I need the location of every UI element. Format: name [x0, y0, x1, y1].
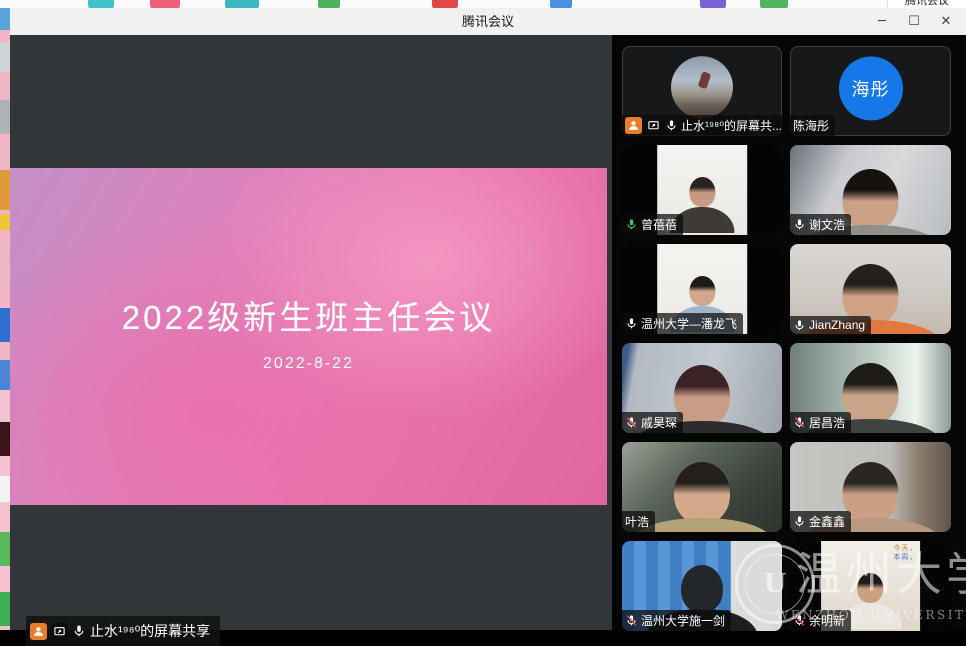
close-button[interactable]: ✕: [930, 8, 962, 35]
desktop-icon-fragment: [0, 592, 10, 626]
mic-icon: [793, 416, 806, 429]
desktop-icon-fragment: [0, 170, 10, 210]
avatar-figure: [697, 71, 711, 89]
host-badge-icon: [625, 117, 642, 134]
taskbar-icon-fragment: [150, 0, 180, 8]
participant-name: 叶浩: [625, 513, 649, 530]
participant-label: 谢文浩: [790, 214, 851, 235]
participant-label: 温州大学—潘龙飞: [622, 313, 743, 334]
mic-icon: [793, 319, 806, 332]
video-overlay-text: 今天，本周，: [893, 544, 917, 562]
participant-label: 止水¹⁹⁸⁰的屏幕共...: [622, 115, 782, 136]
participant-tile[interactable]: 戚昊琛: [622, 343, 782, 433]
participant-name: 金鑫鑫: [809, 513, 845, 530]
mic-icon: [665, 119, 678, 132]
participant-tile[interactable]: 居昌浩: [790, 343, 951, 433]
mic-icon: [625, 614, 638, 627]
minimize-button[interactable]: ─: [866, 8, 898, 35]
participant-tile[interactable]: JianZhang: [790, 244, 951, 334]
participant-name: 戚昊琛: [641, 414, 677, 431]
presenter-share-label: 止水¹⁹⁸⁰的屏幕共享: [90, 621, 210, 641]
participant-label: 温州大学施一剑: [622, 610, 731, 631]
desktop-icon-fragment: [0, 308, 10, 342]
slide-title: 2022级新生班主任会议: [122, 291, 495, 339]
window-controls: ─ ☐ ✕: [866, 8, 962, 35]
participant-tile[interactable]: 谢文浩: [790, 145, 951, 235]
participant-name: 居昌浩: [809, 414, 845, 431]
window-title: 腾讯会议: [10, 8, 966, 35]
avatar: [671, 56, 733, 118]
taskbar-icon-fragment: [318, 0, 340, 8]
titlebar: 腾讯会议 ─ ☐ ✕: [10, 8, 966, 36]
avatar: 海彤: [839, 56, 903, 120]
participant-sidebar: 止水¹⁹⁸⁰的屏幕共... 海彤 陈海彤: [612, 35, 966, 630]
taskbar-icon-fragment: [760, 0, 788, 8]
participant-label: 叶浩: [622, 511, 655, 532]
host-badge-icon: [30, 623, 47, 640]
participant-name: JianZhang: [809, 318, 865, 332]
participant-name: 谢文浩: [809, 216, 845, 233]
mic-icon: [793, 218, 806, 231]
desktop-icon-fragment: [0, 214, 10, 230]
participant-label: 戚昊琛: [622, 412, 683, 433]
presenter-share-bar: 止水¹⁹⁸⁰的屏幕共享: [26, 616, 220, 646]
screen-share-icon: [645, 117, 662, 134]
participant-tile[interactable]: 叶浩: [622, 442, 782, 532]
background-window-title: 腾讯会议: [887, 0, 966, 8]
participant-tile[interactable]: 今天，本周， 余明新: [790, 541, 951, 631]
screen-share-icon: [51, 623, 68, 640]
participant-name: 曾蓓蓓: [641, 216, 677, 233]
desktop-icon-fragment: [0, 532, 10, 566]
shared-screen-area[interactable]: 2022级新生班主任会议 2022-8-22: [10, 35, 612, 630]
participant-tile[interactable]: 温州大学—潘龙飞: [622, 244, 782, 334]
participant-tile[interactable]: 海彤 陈海彤: [790, 46, 951, 136]
mic-icon: [793, 515, 806, 528]
desktop-icon-fragment: [0, 422, 10, 456]
participant-label: 陈海彤: [790, 115, 835, 136]
participant-name: 温州大学施一剑: [641, 612, 725, 629]
taskbar-icon-fragment: [88, 0, 114, 8]
participant-name: 温州大学—潘龙飞: [641, 315, 737, 332]
taskbar-icon-fragment: [225, 0, 259, 8]
participant-tile[interactable]: 止水¹⁹⁸⁰的屏幕共...: [622, 46, 782, 136]
taskbar-icon-fragment: [432, 0, 458, 8]
mic-icon: [625, 416, 638, 429]
slide-date: 2022-8-22: [263, 355, 354, 373]
participant-label: 曾蓓蓓: [622, 214, 683, 235]
presentation-slide: 2022级新生班主任会议 2022-8-22: [10, 168, 607, 505]
background-panel: [731, 541, 782, 631]
desktop-icon-fragment: [0, 476, 10, 502]
mic-icon: [793, 614, 806, 627]
mic-icon: [625, 218, 638, 231]
participant-label: 居昌浩: [790, 412, 851, 433]
participant-label: 金鑫鑫: [790, 511, 851, 532]
desktop-icon-fragment: [0, 42, 10, 72]
background-window-title-text: 腾讯会议: [888, 0, 966, 8]
maximize-button[interactable]: ☐: [898, 8, 930, 35]
taskbar-icon-fragment: [700, 0, 726, 8]
participant-name: 止水¹⁹⁸⁰的屏幕共...: [681, 117, 782, 134]
mic-icon: [625, 317, 638, 330]
participant-label: JianZhang: [790, 316, 871, 334]
participant-tile[interactable]: 曾蓓蓓: [622, 145, 782, 235]
desktop-top-edge: [0, 0, 966, 8]
participant-tile[interactable]: 金鑫鑫: [790, 442, 951, 532]
mic-icon: [72, 624, 86, 638]
participant-tile[interactable]: 温州大学施一剑: [622, 541, 782, 631]
desktop-left-edge: [0, 8, 10, 630]
taskbar-icon-fragment: [550, 0, 572, 8]
participant-name: 陈海彤: [793, 117, 829, 134]
desktop-icon-fragment: [0, 360, 10, 390]
participant-label: 余明新: [790, 610, 851, 631]
desktop-icon-fragment: [0, 100, 10, 134]
participant-name: 余明新: [809, 612, 845, 629]
